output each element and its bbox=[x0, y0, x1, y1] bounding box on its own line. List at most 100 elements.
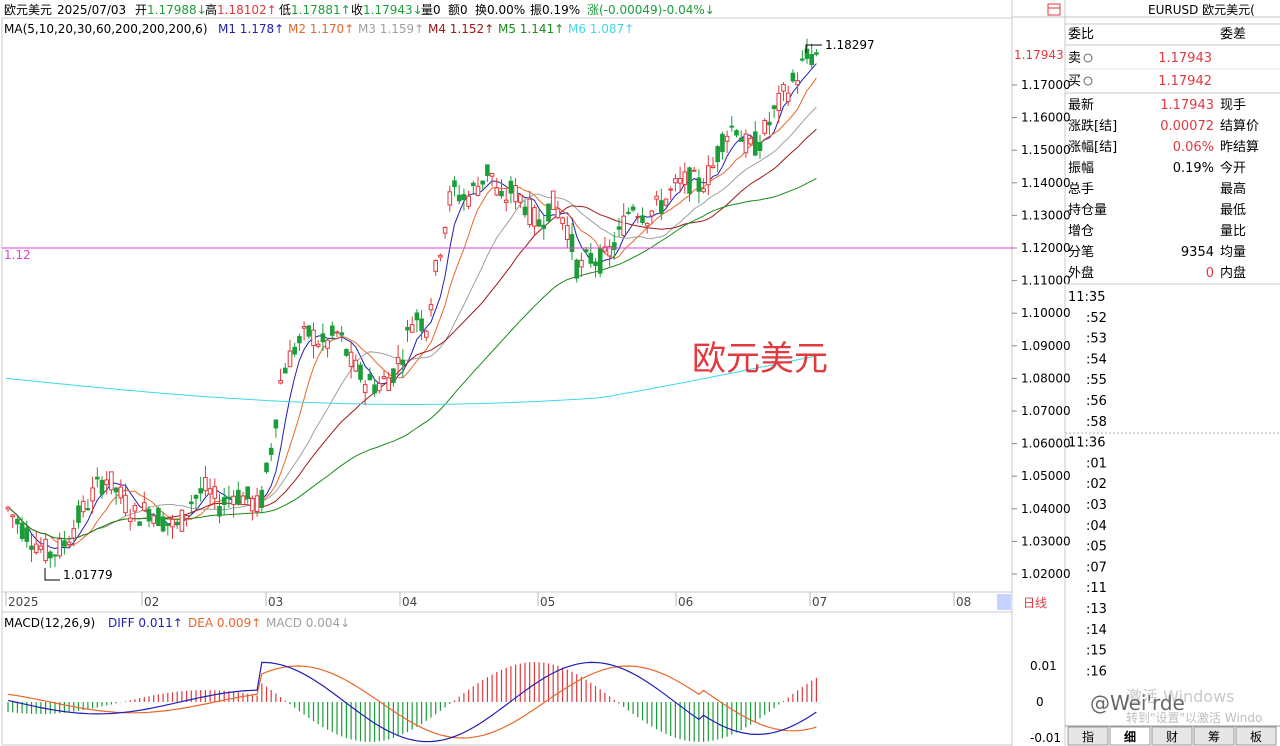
candle-body[interactable] bbox=[142, 502, 147, 511]
candle-body[interactable] bbox=[38, 545, 44, 550]
candle-body[interactable] bbox=[814, 52, 819, 55]
candle-body[interactable] bbox=[33, 543, 39, 553]
candle-body[interactable] bbox=[503, 199, 509, 203]
candle-body[interactable] bbox=[438, 254, 443, 258]
candle-body[interactable] bbox=[513, 185, 518, 203]
candle-body[interactable] bbox=[691, 169, 697, 172]
candle-body[interactable] bbox=[193, 494, 199, 499]
candle-body[interactable] bbox=[367, 374, 373, 381]
candle-body[interactable] bbox=[231, 495, 236, 506]
candle-body[interactable] bbox=[659, 200, 664, 214]
candle-body[interactable] bbox=[104, 479, 110, 486]
candle-body[interactable] bbox=[724, 135, 730, 142]
candle-body[interactable] bbox=[466, 195, 471, 207]
candle-body[interactable] bbox=[588, 252, 594, 264]
candle-body[interactable] bbox=[184, 514, 189, 520]
candle-body[interactable] bbox=[10, 514, 15, 518]
candle-body[interactable] bbox=[395, 356, 401, 365]
candle-body[interactable] bbox=[738, 137, 744, 142]
candle-body[interactable] bbox=[536, 219, 542, 227]
candle-body[interactable] bbox=[250, 497, 255, 512]
candle-body[interactable] bbox=[710, 165, 716, 169]
candle-body[interactable] bbox=[264, 462, 269, 473]
candle-body[interactable] bbox=[95, 476, 100, 480]
candle-body[interactable] bbox=[62, 540, 67, 547]
candle-body[interactable] bbox=[649, 210, 655, 217]
candle-body[interactable] bbox=[489, 172, 495, 177]
candle-body[interactable] bbox=[527, 198, 533, 226]
candle-body[interactable] bbox=[156, 508, 161, 527]
candle-body[interactable] bbox=[311, 329, 316, 347]
candle-body[interactable] bbox=[236, 489, 241, 505]
candle-body[interactable] bbox=[508, 180, 514, 194]
candle-body[interactable] bbox=[245, 486, 250, 500]
candle-body[interactable] bbox=[687, 167, 692, 194]
candle-body[interactable] bbox=[626, 211, 631, 214]
candle-body[interactable] bbox=[480, 180, 485, 185]
candle-body[interactable] bbox=[273, 419, 279, 429]
candle-body[interactable] bbox=[696, 177, 702, 192]
candle-body[interactable] bbox=[729, 125, 735, 128]
candle-body[interactable] bbox=[640, 215, 645, 223]
candle-body[interactable] bbox=[682, 171, 688, 185]
candle-body[interactable] bbox=[48, 551, 53, 559]
candle-body[interactable] bbox=[804, 48, 810, 59]
candle-body[interactable] bbox=[348, 351, 354, 367]
candle-body[interactable] bbox=[325, 339, 330, 349]
candle-body[interactable] bbox=[19, 522, 25, 539]
candle-body[interactable] bbox=[5, 506, 11, 510]
candle-body[interactable] bbox=[179, 509, 185, 532]
candle-body[interactable] bbox=[151, 515, 156, 524]
candle-body[interactable] bbox=[644, 222, 650, 227]
candle-body[interactable] bbox=[461, 194, 467, 200]
candle-body[interactable] bbox=[377, 382, 382, 392]
candle-body[interactable] bbox=[555, 208, 561, 219]
candle-body[interactable] bbox=[207, 488, 213, 495]
candle-body[interactable] bbox=[203, 476, 208, 492]
candle-body[interactable] bbox=[80, 500, 86, 513]
candle-body[interactable] bbox=[99, 479, 105, 495]
candle-body[interactable] bbox=[254, 495, 260, 513]
candle-body[interactable] bbox=[762, 120, 768, 134]
candle-body[interactable] bbox=[362, 384, 368, 393]
candle-body[interactable] bbox=[160, 516, 166, 532]
candle-body[interactable] bbox=[456, 194, 462, 202]
candle-body[interactable] bbox=[612, 242, 617, 251]
candle-body[interactable] bbox=[743, 133, 749, 154]
kline-chart[interactable] bbox=[0, 0, 1280, 746]
candle-body[interactable] bbox=[720, 133, 725, 153]
candle-body[interactable] bbox=[565, 225, 570, 240]
candle-body[interactable] bbox=[66, 541, 72, 545]
candle-body[interactable] bbox=[29, 545, 34, 550]
candle-body[interactable] bbox=[485, 164, 490, 176]
candle-body[interactable] bbox=[475, 185, 481, 196]
candle-body[interactable] bbox=[381, 376, 387, 379]
candle-body[interactable] bbox=[315, 343, 321, 347]
candle-body[interactable] bbox=[447, 191, 453, 206]
candle-body[interactable] bbox=[771, 105, 777, 110]
candle-body[interactable] bbox=[217, 506, 222, 517]
candle-body[interactable] bbox=[541, 224, 547, 229]
candle-body[interactable] bbox=[76, 505, 81, 523]
candle-body[interactable] bbox=[668, 188, 674, 191]
candle-body[interactable] bbox=[767, 121, 772, 126]
candle-body[interactable] bbox=[597, 247, 603, 274]
candle-body[interactable] bbox=[287, 350, 293, 368]
candle-body[interactable] bbox=[221, 497, 227, 505]
candle-body[interactable] bbox=[57, 538, 63, 557]
candle-body[interactable] bbox=[569, 234, 575, 252]
candle-body[interactable] bbox=[320, 333, 326, 343]
candle-body[interactable] bbox=[471, 182, 476, 187]
candle-body[interactable] bbox=[268, 447, 274, 455]
candle-body[interactable] bbox=[212, 486, 218, 499]
candle-body[interactable] bbox=[757, 142, 763, 151]
candle-body[interactable] bbox=[452, 180, 457, 188]
candle-body[interactable] bbox=[339, 332, 344, 336]
candle-body[interactable] bbox=[790, 72, 796, 82]
candle-body[interactable] bbox=[52, 554, 58, 557]
candle-body[interactable] bbox=[165, 523, 171, 526]
candle-body[interactable] bbox=[409, 324, 415, 333]
candle-body[interactable] bbox=[424, 330, 429, 338]
candle-body[interactable] bbox=[137, 521, 142, 526]
candle-body[interactable] bbox=[795, 80, 800, 86]
